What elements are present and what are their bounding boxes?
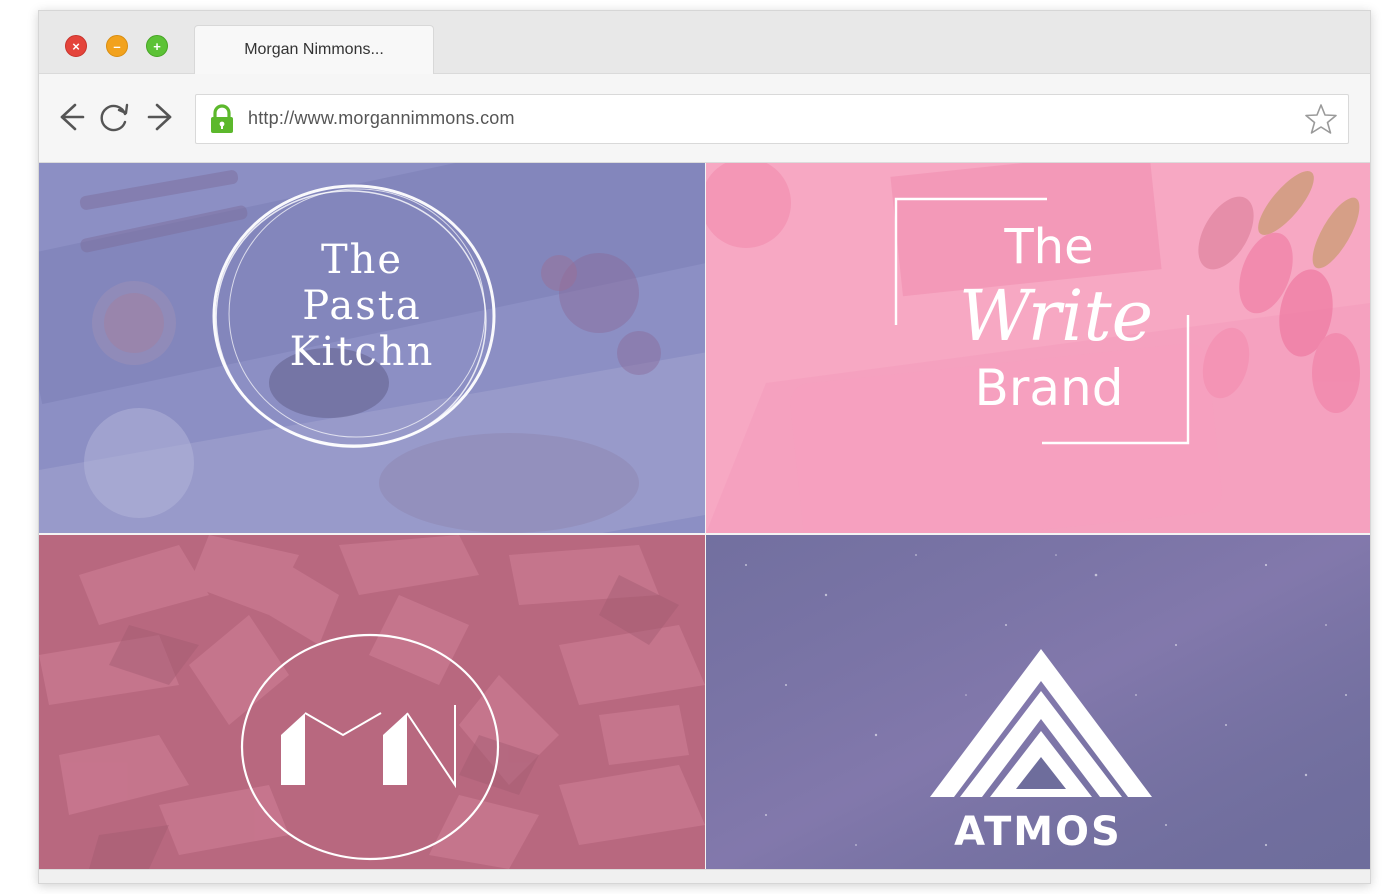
maximize-icon: + [153,38,161,54]
pasta-line-1: The [320,237,404,283]
address-bar[interactable]: http://www.morgannimmons.com [195,94,1349,144]
mn-logo-circle [240,633,500,861]
browser-tab[interactable]: Morgan Nimmons... [194,25,434,74]
url-text: http://www.morgannimmons.com [248,108,515,128]
window-bottom-edge [39,869,1370,883]
browser-window: × – + Morgan Nimmons... http://www.morga… [38,10,1371,884]
tab-title: Morgan Nimmons... [244,41,384,58]
write-brand-script: Write [958,275,1154,357]
write-brand-tile[interactable]: The Write Brand [706,163,1370,533]
atmos-triangle-logo [930,649,1152,797]
forward-arrow-icon[interactable] [145,100,179,134]
close-window-button[interactable]: × [65,35,87,57]
pasta-kitchn-logo-text: The Pasta Kitchn [247,237,477,375]
pasta-line-3: Kitchn [289,329,435,375]
reload-icon[interactable] [97,100,131,134]
write-brand-brand: Brand [974,359,1124,417]
atmos-tile[interactable]: ATMOS [706,535,1370,869]
portfolio-grid: The Pasta Kitchn The Write Brand ATMOS [39,163,1370,869]
minimize-window-button[interactable]: – [106,35,128,57]
browser-toolbar: http://www.morgannimmons.com [39,74,1370,163]
pasta-kitchn-tile[interactable]: The Pasta Kitchn [39,163,705,533]
maximize-window-button[interactable]: + [146,35,168,57]
close-icon: × [72,38,80,54]
back-arrow-icon[interactable] [53,100,87,134]
star-icon[interactable] [1304,102,1338,136]
lock-icon [211,104,233,133]
pasta-line-2: Pasta [302,283,422,329]
mn-monogram-tile[interactable]: MN [39,535,705,869]
minimize-icon: – [113,38,121,54]
write-brand-the: The [1004,219,1094,275]
tab-bar: × – + Morgan Nimmons... [39,11,1370,74]
atmos-wordmark: ATMOS [954,809,1122,855]
